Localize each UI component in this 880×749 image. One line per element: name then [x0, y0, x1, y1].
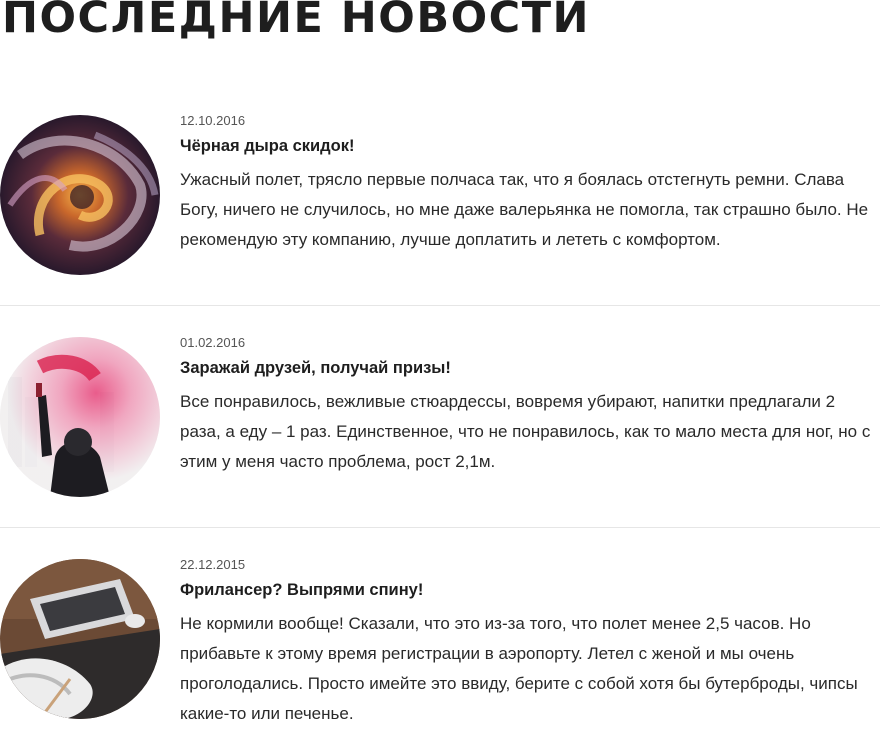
news-item: 12.10.2016 Чёрная дыра скидок! Ужасный п…	[0, 84, 880, 305]
news-text: Все понравилось, вежливые стюардессы, во…	[180, 392, 871, 471]
news-body: 12.10.2016 Чёрная дыра скидок! Ужасный п…	[180, 113, 880, 255]
news-date: 12.10.2016	[180, 113, 246, 128]
cosmic-swirl-image[interactable]	[0, 115, 160, 275]
news-title-link[interactable]: Фрилансер? Выпрями спину!	[180, 580, 880, 600]
news-title-link[interactable]: Заражай друзей, получай призы!	[180, 358, 880, 378]
news-title-link[interactable]: Чёрная дыра скидок!	[180, 136, 880, 156]
news-body: 22.12.2015 Фрилансер? Выпрями спину! Не …	[180, 557, 880, 729]
news-item: 22.12.2015 Фрилансер? Выпрями спину! Не …	[0, 528, 880, 749]
page-title: ПОСЛЕДНИЕ НОВОСТИ	[2, 0, 591, 43]
news-item: 01.02.2016 Заражай друзей, получай призы…	[0, 306, 880, 527]
flare-protester-image[interactable]	[0, 337, 160, 497]
news-date: 22.12.2015	[180, 557, 246, 572]
news-body: 01.02.2016 Заражай друзей, получай призы…	[180, 335, 880, 477]
laptop-desk-image[interactable]	[0, 559, 160, 719]
news-list: 12.10.2016 Чёрная дыра скидок! Ужасный п…	[0, 84, 880, 749]
news-text: Ужасный полет, трясло первые полчаса так…	[180, 170, 869, 249]
news-date: 01.02.2016	[180, 335, 246, 350]
news-text: Не кормили вообще! Сказали, что это из-з…	[180, 614, 858, 723]
